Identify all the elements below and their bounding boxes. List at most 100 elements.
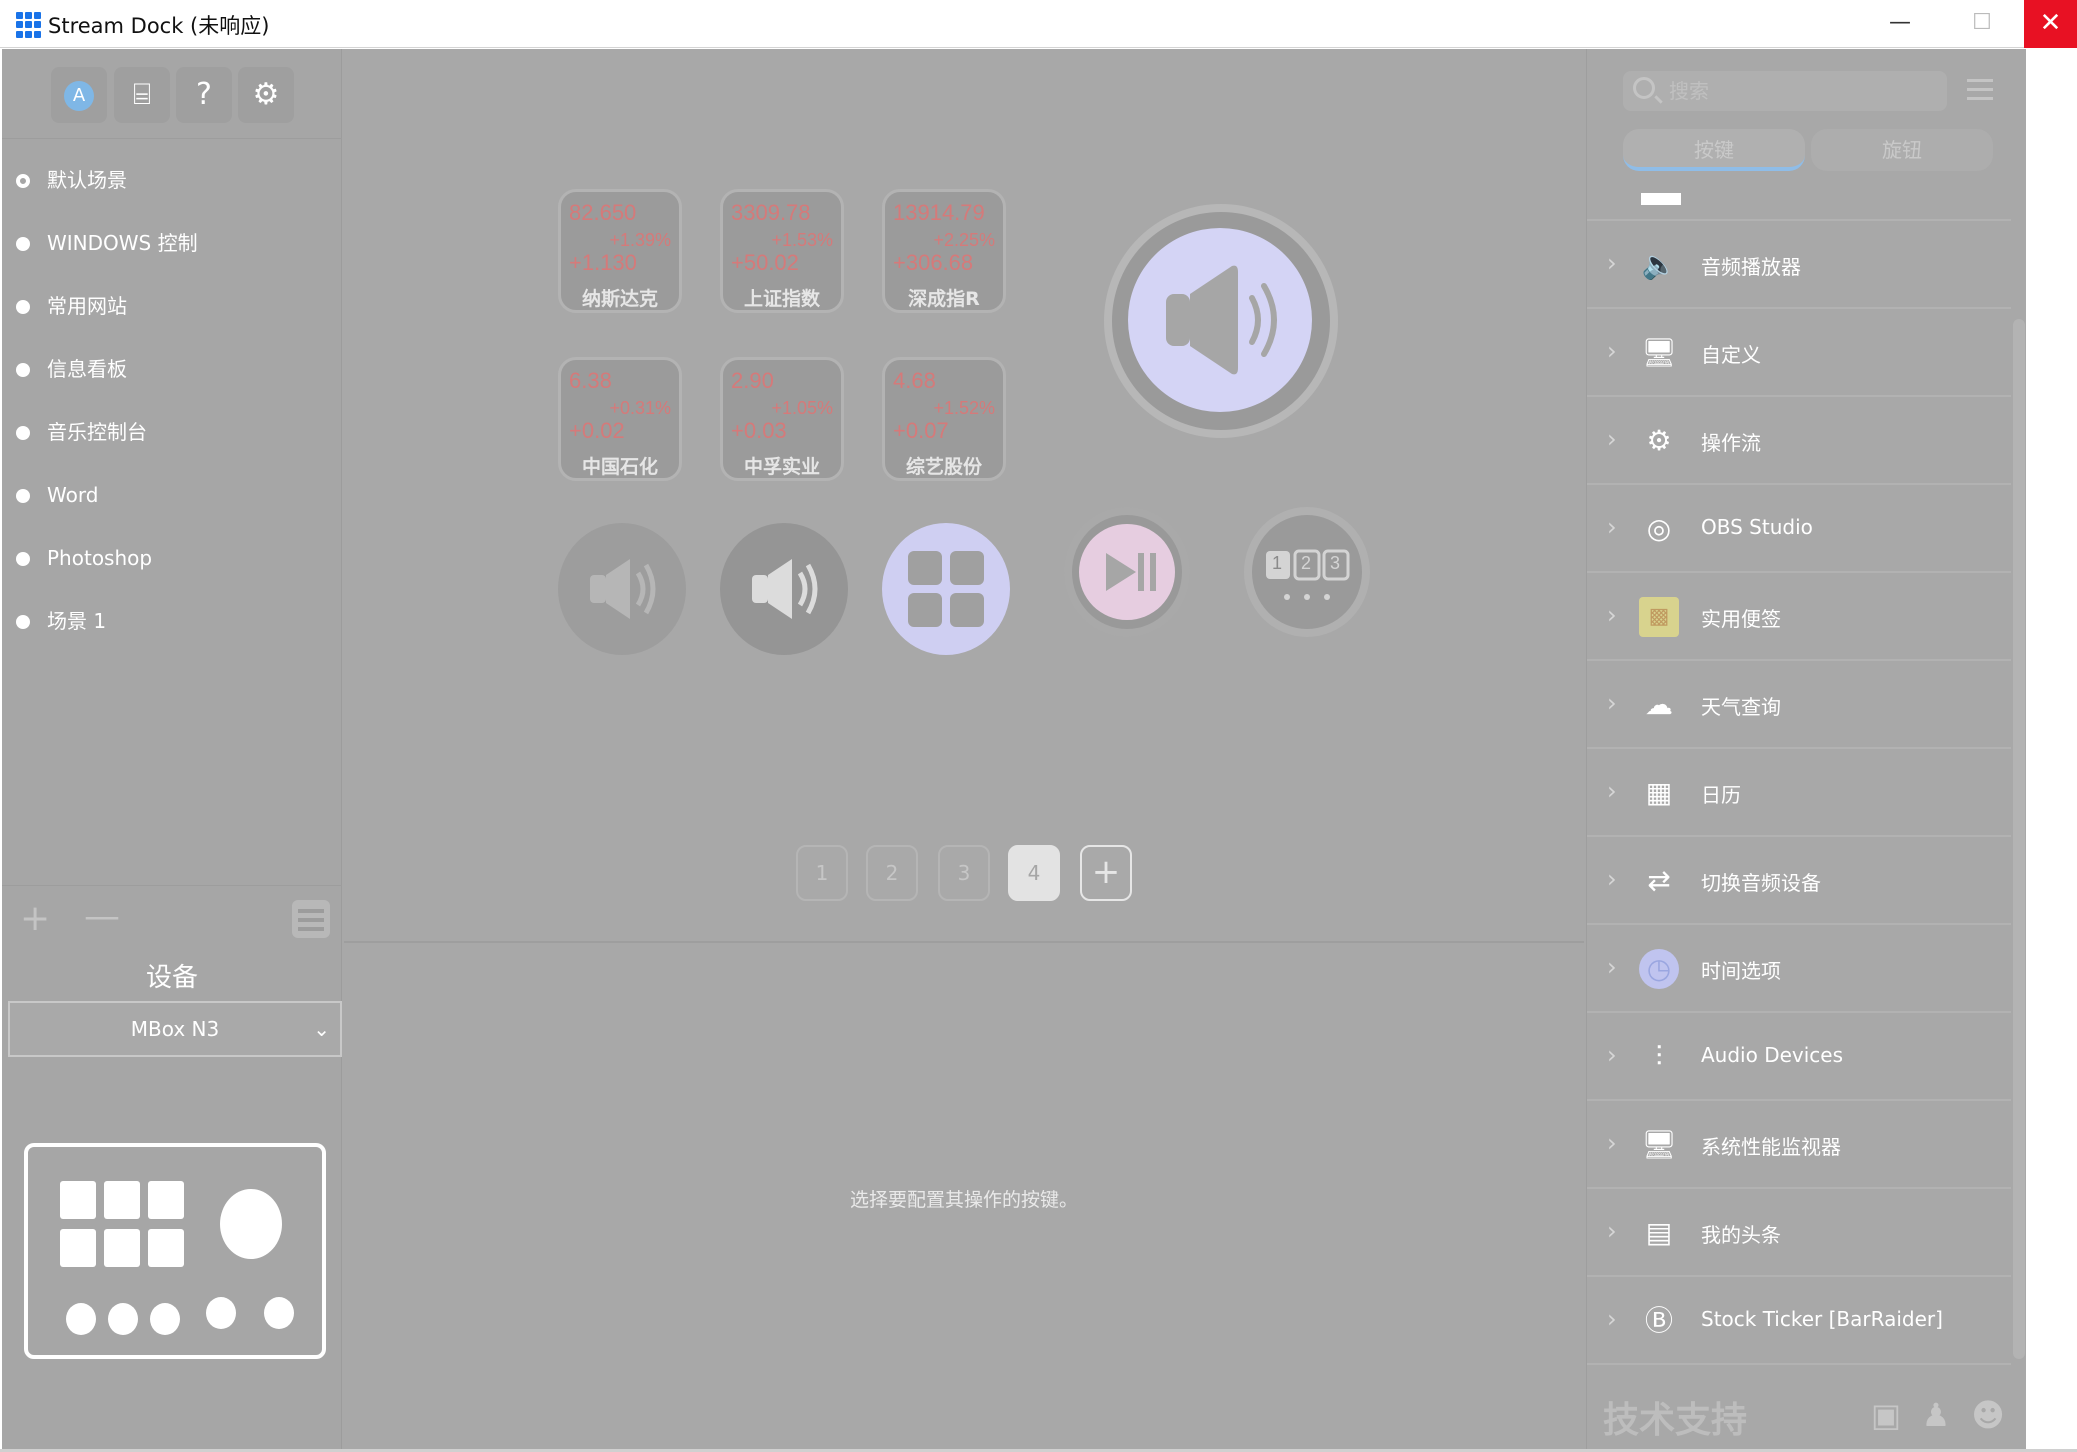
- stock-percent: +1.39%: [609, 230, 671, 250]
- plugin-name: 时间选项: [1701, 959, 1781, 983]
- list-view-icon[interactable]: [1967, 79, 1993, 101]
- plugin-name: 我的头条: [1701, 1223, 1781, 1247]
- volume-up-key[interactable]: [720, 523, 848, 655]
- plugin-item[interactable]: › ◎ OBS Studio: [1587, 485, 2011, 573]
- close-button[interactable]: ✕: [2024, 0, 2077, 48]
- page-button[interactable]: 2: [866, 845, 918, 901]
- chevron-right-icon: ›: [1607, 1129, 1617, 1157]
- preview-key: [148, 1229, 184, 1267]
- plugin-item[interactable]: › ☁ 天气查询: [1587, 661, 2011, 749]
- scene-item[interactable]: Word: [2, 464, 342, 527]
- help-button[interactable]: ?: [176, 67, 232, 123]
- app-store-button[interactable]: A: [51, 67, 107, 123]
- search-input[interactable]: [1669, 79, 1929, 103]
- page-button[interactable]: 3: [938, 845, 990, 901]
- add-page-button[interactable]: +: [1080, 845, 1132, 901]
- stock-name: 上证指数: [743, 288, 820, 310]
- scene-item[interactable]: 音乐控制台: [2, 401, 342, 464]
- stock-key[interactable]: 13914.79 +2.25% +306.68 深成指R: [882, 189, 1006, 313]
- device-dropdown[interactable]: MBox N3 ⌄: [8, 1001, 342, 1057]
- plugin-name: Stock Ticker [BarRaider]: [1701, 1307, 1943, 1331]
- stock-key[interactable]: 4.68 +1.52% +0.07 综艺股份: [882, 357, 1006, 481]
- stock-key[interactable]: 3309.78 +1.53% +50.02 上证指数: [720, 189, 844, 313]
- plugin-scrollbar[interactable]: [2013, 319, 2025, 1359]
- plugin-item[interactable]: › ▦ 日历: [1587, 749, 2011, 837]
- barraider-icon: Ⓑ: [1644, 1304, 1673, 1337]
- preview-key: [60, 1229, 96, 1267]
- page-button[interactable]: 1: [796, 845, 848, 901]
- plugin-item[interactable]: › ⚙ 操作流: [1587, 397, 2011, 485]
- grid-folder-icon: [908, 551, 984, 627]
- minimize-button[interactable]: —: [1860, 0, 1940, 48]
- stock-price: 3309.78: [731, 200, 811, 225]
- play-pause-key[interactable]: [1064, 507, 1190, 637]
- stock-change: +0.07: [893, 418, 949, 443]
- plugin-item[interactable]: › 🖥 自定义: [1587, 309, 2011, 397]
- plugin-name: 日历: [1701, 783, 1741, 807]
- stock-change: +0.02: [569, 418, 625, 443]
- scene-item[interactable]: WINDOWS 控制: [2, 212, 342, 275]
- selected-radio-icon: [16, 174, 30, 188]
- scene-item[interactable]: 信息看板: [2, 338, 342, 401]
- preview-big-knob: [220, 1189, 282, 1259]
- chevron-right-icon: ›: [1607, 865, 1617, 893]
- bell-icon[interactable]: ♟: [1917, 1397, 1955, 1433]
- scene-item[interactable]: 常用网站: [2, 275, 342, 338]
- plugin-item[interactable]: › Ⓑ Stock Ticker [BarRaider]: [1587, 1277, 2011, 1365]
- chat-icon[interactable]: ▣: [1867, 1397, 1905, 1433]
- plugin-item[interactable]: › ⫶ Audio Devices: [1587, 1013, 2011, 1101]
- scene-item[interactable]: 默认场景: [2, 149, 342, 212]
- clock-icon: ◷: [1639, 949, 1679, 989]
- plugin-item[interactable]: › ⇄ 切换音频设备: [1587, 837, 2011, 925]
- stock-name: 综艺股份: [905, 456, 982, 478]
- app-store-icon: A: [64, 80, 94, 111]
- radio-icon: [16, 237, 30, 251]
- monitor-search-icon: 🖥: [1641, 336, 1677, 369]
- stock-key[interactable]: 82.650 +1.39% +1.130 纳斯达克: [558, 189, 682, 313]
- chevron-right-icon: ›: [1607, 337, 1617, 365]
- add-scene-button[interactable]: +: [20, 898, 50, 939]
- stock-key[interactable]: 2.90 +1.05% +0.03 中孚实业: [720, 357, 844, 481]
- stock-key[interactable]: 6.38 +0.31% +0.02 中国石化: [558, 357, 682, 481]
- preview-key: [104, 1181, 140, 1219]
- gear-icon: ⚙: [252, 77, 280, 112]
- plugin-item[interactable]: › 🔈 音频播放器: [1587, 221, 2011, 309]
- tab-keys[interactable]: 按键: [1623, 129, 1805, 171]
- stock-change: +1.130: [569, 250, 637, 275]
- volume-down-key[interactable]: [558, 523, 686, 655]
- radio-icon: [16, 426, 30, 440]
- wechat-icon[interactable]: ☻: [1969, 1397, 2007, 1433]
- plugin-item[interactable]: › ▩ 实用便签: [1587, 573, 2011, 661]
- play-pause-icon: [1079, 524, 1175, 620]
- remove-scene-button[interactable]: —: [84, 896, 120, 937]
- preview-round-key: [108, 1303, 138, 1335]
- scene-manage-icon[interactable]: [292, 900, 330, 938]
- main-content: A ⌸ ? ⚙ 默认场景 WINDOWS 控制 常用网站 信息看板 音乐控制台 …: [2, 49, 2026, 1449]
- preview-key: [104, 1229, 140, 1267]
- page-button-active[interactable]: 4: [1008, 845, 1060, 901]
- plugin-item[interactable]: › ▤ 我的头条: [1587, 1189, 2011, 1277]
- big-knob[interactable]: [1104, 204, 1338, 438]
- stock-price: 6.38: [569, 368, 612, 393]
- settings-button[interactable]: ⚙: [238, 67, 294, 123]
- stream-dock-app-icon: [16, 12, 42, 38]
- presentation-button[interactable]: ⌸: [114, 67, 170, 123]
- page-selector-key[interactable]: 1 2 3: [1244, 507, 1370, 637]
- plugin-item[interactable]: › ◷ 时间选项: [1587, 925, 2011, 1013]
- maximize-button[interactable]: ☐: [1942, 0, 2022, 48]
- device-heading: 设备: [145, 963, 198, 993]
- folder-key[interactable]: [882, 523, 1010, 655]
- audio-switch-icon: ⇄: [1647, 864, 1671, 897]
- scene-item[interactable]: Photoshop: [2, 527, 342, 590]
- plugin-item[interactable]: › 🖥 系统性能监视器: [1587, 1101, 2011, 1189]
- speaker-icon: 🔈: [1641, 248, 1677, 281]
- device-layout-preview: [24, 1143, 326, 1359]
- stock-change: +0.03: [731, 418, 787, 443]
- weather-icon: ☁: [1645, 688, 1673, 721]
- tab-knobs[interactable]: 旋钮: [1811, 129, 1993, 171]
- help-icon: ?: [196, 77, 212, 112]
- support-bar: 技术支持 ▣ ♟ ☻: [1587, 1383, 2027, 1449]
- search-box[interactable]: [1623, 71, 1947, 111]
- scene-item[interactable]: 场景 1: [2, 590, 342, 653]
- chevron-right-icon: ›: [1607, 1217, 1617, 1245]
